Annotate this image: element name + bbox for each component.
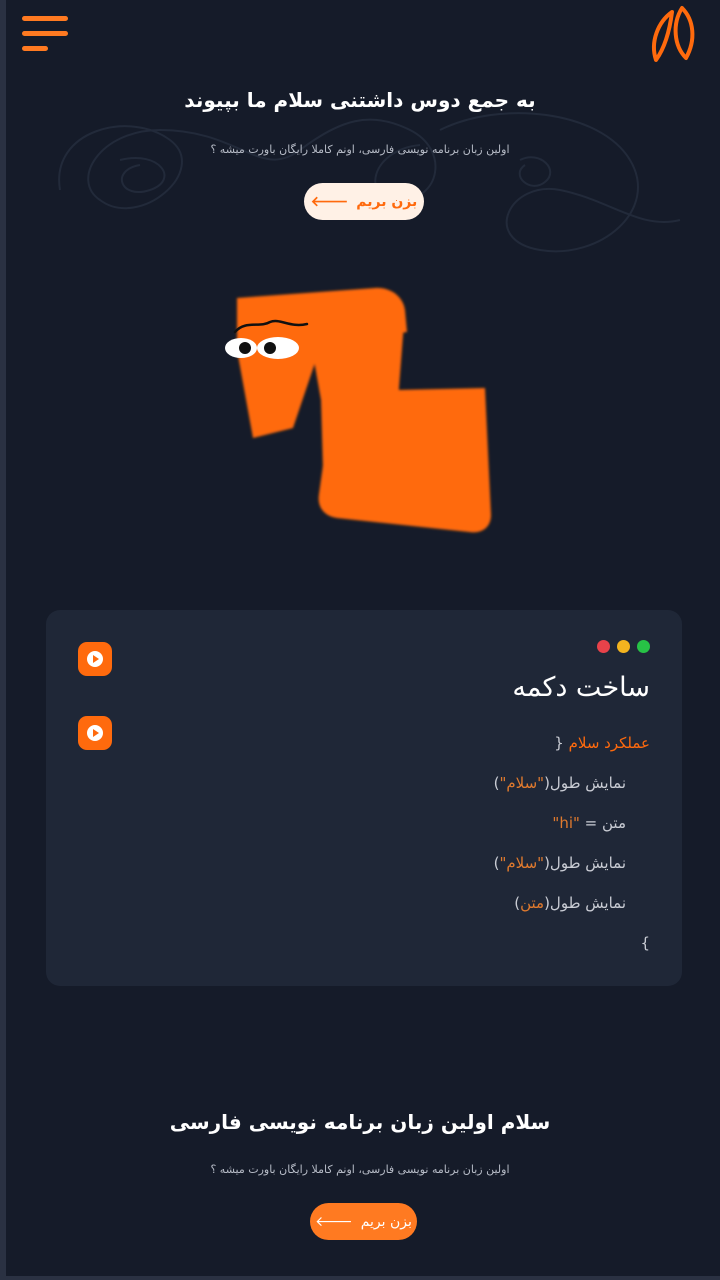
left-edge-strip: [0, 0, 6, 1280]
code-function: نمایش طول(: [544, 854, 626, 872]
hero-cta-label: بزن بریم: [356, 193, 418, 210]
hero-title: به جمع دوس داشتنی سلام ما بپیوند: [184, 88, 536, 112]
code-line: نمایش طول("سلام"): [494, 774, 626, 792]
section-cta-button[interactable]: بزن بریم 🡐: [310, 1203, 417, 1240]
play-icon: [87, 651, 103, 667]
code-brace: }: [640, 934, 650, 952]
code-assignment: متن =: [579, 814, 626, 832]
code-string: "سلام": [499, 854, 545, 872]
code-line: }: [640, 934, 650, 952]
window-dot-yellow: [617, 640, 630, 653]
menu-line: [22, 46, 48, 51]
window-dot-green: [637, 640, 650, 653]
run-code-button[interactable]: [78, 642, 112, 676]
code-string: "hi": [552, 814, 580, 832]
code-string: "سلام": [499, 774, 545, 792]
code-variable: متن: [520, 894, 545, 912]
window-dot-red: [597, 640, 610, 653]
hero-cta-button[interactable]: بزن بریم 🡐: [304, 183, 424, 220]
code-card-title: ساخت دکمه: [512, 672, 650, 703]
arrow-left-icon: 🡐: [315, 1214, 353, 1230]
code-keyword: عملکرد سلام: [568, 734, 650, 752]
code-function: نمایش طول(: [544, 894, 626, 912]
arrow-left-icon: 🡐: [310, 194, 349, 210]
bottom-edge-strip: [0, 1276, 720, 1280]
section-subtitle: اولین زبان برنامه نویسی فارسی، اونم کامل…: [210, 1163, 510, 1176]
code-line: عملکرد سلام {: [554, 734, 650, 752]
menu-line: [22, 16, 68, 21]
menu-line: [22, 31, 68, 36]
section-title: سلام اولین زبان برنامه نویسی فارسی: [169, 1110, 551, 1134]
hero-subtitle: اولین زبان برنامه نویسی فارسی، اونم کامل…: [210, 143, 510, 156]
code-example-card: ساخت دکمه عملکرد سلام { نمایش طول("سلام"…: [46, 610, 682, 986]
code-function: نمایش طول(: [544, 774, 626, 792]
code-line: نمایش طول("سلام"): [494, 854, 626, 872]
leaf-logo-icon[interactable]: [642, 4, 706, 64]
code-line: نمایش طول(متن): [514, 894, 626, 912]
play-icon: [87, 725, 103, 741]
code-line: متن = "hi": [552, 814, 626, 832]
section-cta-label: بزن بریم: [360, 1213, 412, 1230]
run-code-button[interactable]: [78, 716, 112, 750]
code-brace: {: [554, 734, 569, 752]
worm-mascot-illustration: [225, 287, 491, 533]
hamburger-menu-icon[interactable]: [22, 14, 70, 54]
